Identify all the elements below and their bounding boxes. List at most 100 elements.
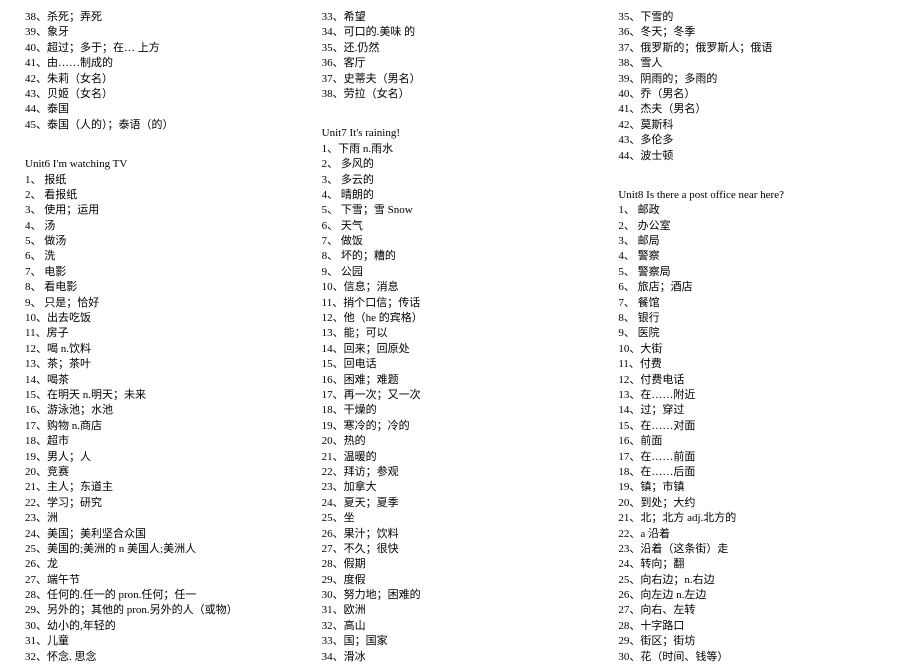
vocab-item: 25、坐 [322, 511, 599, 526]
vocab-item: 7、 餐馆 [618, 296, 895, 311]
vocab-item: 4、 晴朗的 [322, 188, 599, 203]
vocab-item: 24、美国；美利坚合众国 [25, 527, 302, 542]
vocab-item: 10、信息；消息 [322, 280, 599, 295]
vocab-item: 21、北；北方 adj.北方的 [618, 511, 895, 526]
column-2: 33、希望34、可口的.美味 的35、还.仍然36、客厅37、史蒂夫（男名）38… [312, 10, 609, 640]
vocab-item: 36、冬天；冬季 [618, 25, 895, 40]
vocab-item: 13、能；可以 [322, 326, 599, 341]
vocab-item: 5、 警察局 [618, 265, 895, 280]
vocab-item: 30、努力地；困难的 [322, 588, 599, 603]
vocab-item: 17、再一次；又一次 [322, 388, 599, 403]
vocab-item: 23、加拿大 [322, 480, 599, 495]
vocab-item: 25、向右边；n.右边 [618, 573, 895, 588]
vocab-item: 38、雪人 [618, 56, 895, 71]
vocab-item: 9、 只是；恰好 [25, 296, 302, 311]
vocab-item: 27、向右、左转 [618, 603, 895, 618]
vocab-item: 37、史蒂夫（男名） [322, 72, 599, 87]
vocab-item: 19、男人；人 [25, 450, 302, 465]
vocab-item: 32、怀念. 思念 [25, 650, 302, 665]
vocab-item: 45、泰国（人的）；泰语（的） [25, 118, 302, 133]
vocab-item: 12、付费电话 [618, 373, 895, 388]
vocab-item: 22、a 沿着 [618, 527, 895, 542]
vocab-item: 20、竞赛 [25, 465, 302, 480]
vocab-item: 7、 电影 [25, 265, 302, 280]
vocab-item: 35、下雪的 [618, 10, 895, 25]
vocab-item: 2、 看报纸 [25, 188, 302, 203]
vocab-item: 25、美国的;美洲的 n 美国人;美洲人 [25, 542, 302, 557]
column-3: 35、下雪的36、冬天；冬季37、俄罗斯的；俄罗斯人；俄语38、雪人39、阴雨的… [608, 10, 905, 640]
vocab-item: 18、超市 [25, 434, 302, 449]
vocab-item: 19、镇；市镇 [618, 480, 895, 495]
vocab-item: 13、在……附近 [618, 388, 895, 403]
vocab-item: 41、由……制成的 [25, 56, 302, 71]
vocab-item: 4、 警察 [618, 249, 895, 264]
vocab-item: 26、向左边 n.左边 [618, 588, 895, 603]
vocab-item: 11、房子 [25, 326, 302, 341]
vocab-item: 14、回来；回原处 [322, 342, 599, 357]
vocab-item: 12、他（he 的宾格） [322, 311, 599, 326]
vocab-item: 35、还.仍然 [322, 41, 599, 56]
vocab-item: 4、 汤 [25, 219, 302, 234]
vocab-item: 10、大街 [618, 342, 895, 357]
vocab-item: 37、俄罗斯的；俄罗斯人；俄语 [618, 41, 895, 56]
vocab-item: 42、莫斯科 [618, 118, 895, 133]
spacer [618, 164, 895, 176]
vocab-item: 40、乔（男名） [618, 87, 895, 102]
vocab-item: 34、可口的.美味 的 [322, 25, 599, 40]
vocab-item: 33、希望 [322, 10, 599, 25]
vocab-item: 38、杀死；弄死 [25, 10, 302, 25]
vocab-item: 44、波士顿 [618, 149, 895, 164]
vocab-item: 14、喝茶 [25, 373, 302, 388]
vocab-item: 38、劳拉（女名） [322, 87, 599, 102]
vocab-item: 5、 做汤 [25, 234, 302, 249]
vocab-item: 19、寒冷的；冷的 [322, 419, 599, 434]
vocab-item: 28、假期 [322, 557, 599, 572]
vocab-item: 15、回电话 [322, 357, 599, 372]
vocab-item: 18、在……后面 [618, 465, 895, 480]
vocab-item: 12、喝 n.饮料 [25, 342, 302, 357]
vocab-item: 23、洲 [25, 511, 302, 526]
vocab-item: 41、杰夫（男名） [618, 102, 895, 117]
vocab-item: 20、到处；大约 [618, 496, 895, 511]
vocab-item: 13、茶；茶叶 [25, 357, 302, 372]
vocab-item: 22、学习；研究 [25, 496, 302, 511]
vocab-item: 28、任何的.任一的 pron.任何；任一 [25, 588, 302, 603]
unit-header: Unit6 I'm watching TV [25, 157, 302, 172]
vocab-item: 7、 做饭 [322, 234, 599, 249]
vocab-item: 24、转向；翻 [618, 557, 895, 572]
vocab-item: 16、游泳池；水池 [25, 403, 302, 418]
vocab-item: 1、 邮政 [618, 203, 895, 218]
vocab-item: 23、沿着（这条街）走 [618, 542, 895, 557]
vocab-item: 24、夏天；夏季 [322, 496, 599, 511]
vocab-item: 18、干燥的 [322, 403, 599, 418]
vocab-item: 33、国；国家 [322, 634, 599, 649]
vocab-item: 32、高山 [322, 619, 599, 634]
vocab-item: 17、在……前面 [618, 450, 895, 465]
vocab-item: 44、泰国 [25, 102, 302, 117]
vocab-item: 28、十字路口 [618, 619, 895, 634]
vocab-item: 1、下雨 n.雨水 [322, 142, 599, 157]
vocab-item: 42、朱莉（女名） [25, 72, 302, 87]
unit-header: Unit8 Is there a post office near here? [618, 188, 895, 203]
vocab-item: 9、 医院 [618, 326, 895, 341]
vocab-item: 39、阴雨的；多雨的 [618, 72, 895, 87]
spacer [25, 133, 302, 145]
vocab-item: 31、儿童 [25, 634, 302, 649]
vocab-item: 21、温暖的 [322, 450, 599, 465]
page-container: 38、杀死；弄死39、象牙40、超过；多于；在… 上方41、由……制成的42、朱… [0, 0, 920, 650]
spacer [322, 102, 599, 114]
vocab-item: 26、果汁；饮料 [322, 527, 599, 542]
vocab-item: 16、前面 [618, 434, 895, 449]
column-1: 38、杀死；弄死39、象牙40、超过；多于；在… 上方41、由……制成的42、朱… [15, 10, 312, 640]
unit-header: Unit7 It's raining! [322, 126, 599, 141]
vocab-item: 14、过；穿过 [618, 403, 895, 418]
vocab-item: 34、滑冰 [322, 650, 599, 665]
vocab-item: 21、主人；东道主 [25, 480, 302, 495]
vocab-item: 3、 使用；运用 [25, 203, 302, 218]
vocab-item: 20、热的 [322, 434, 599, 449]
vocab-item: 6、 天气 [322, 219, 599, 234]
vocab-item: 40、超过；多于；在… 上方 [25, 41, 302, 56]
vocab-item: 6、 洗 [25, 249, 302, 264]
vocab-item: 43、多伦多 [618, 133, 895, 148]
vocab-item: 2、 多风的 [322, 157, 599, 172]
